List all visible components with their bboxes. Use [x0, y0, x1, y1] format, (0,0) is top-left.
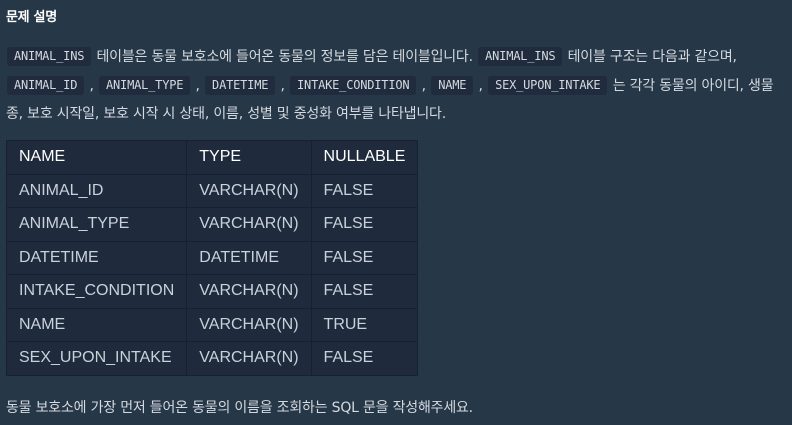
inline-code-column: SEX_UPON_INTAKE	[488, 75, 608, 95]
description-text: 테이블 구조는 다음과 같으며,	[563, 49, 737, 65]
cell-column-name: DATETIME	[5, 240, 188, 275]
cell-column-name: INTAKE_CONDITION	[5, 274, 188, 309]
description-paragraph: ANIMAL_INS 테이블은 동물 보호소에 들어온 동물의 정보를 담은 테…	[6, 43, 786, 129]
table-row: NAME VARCHAR(N) TRUE	[5, 307, 419, 342]
inline-code-table-name: ANIMAL_INS	[478, 47, 563, 66]
cell-column-nullable: FALSE	[310, 341, 419, 376]
table-row: INTAKE_CONDITION VARCHAR(N) FALSE	[5, 274, 419, 309]
separator: ,	[474, 77, 488, 94]
inline-code-column: ANIMAL_ID	[7, 75, 85, 95]
table-row: SEX_UPON_INTAKE VARCHAR(N) FALSE	[5, 341, 419, 376]
cell-column-type: VARCHAR(N)	[186, 341, 312, 376]
cell-column-type: VARCHAR(N)	[186, 173, 312, 208]
cell-column-name: ANIMAL_ID	[5, 173, 188, 208]
cell-column-type: VARCHAR(N)	[186, 274, 312, 309]
inline-code-table-name: ANIMAL_INS	[7, 47, 92, 66]
cell-column-nullable: FALSE	[310, 207, 419, 242]
schema-table: NAME TYPE NULLABLE ANIMAL_ID VARCHAR(N) …	[5, 140, 419, 376]
separator: ,	[276, 77, 290, 94]
inline-code-column: ANIMAL_TYPE	[99, 75, 191, 95]
cell-column-name: NAME	[5, 307, 188, 342]
cell-column-name: ANIMAL_TYPE	[5, 207, 188, 242]
inline-code-column: INTAKE_CONDITION	[290, 75, 417, 95]
cell-column-type: VARCHAR(N)	[186, 207, 312, 242]
problem-description-panel: 문제 설명 ANIMAL_INS 테이블은 동물 보호소에 들어온 동물의 정보…	[0, 0, 792, 425]
cell-column-nullable: TRUE	[310, 307, 419, 342]
inline-code-column: NAME	[431, 75, 474, 95]
cell-column-nullable: FALSE	[310, 240, 419, 275]
cell-column-nullable: FALSE	[310, 173, 419, 208]
table-row: DATETIME DATETIME FALSE	[5, 240, 419, 275]
separator: ,	[417, 77, 431, 94]
table-row: ANIMAL_ID VARCHAR(N) FALSE	[5, 173, 419, 208]
inline-code-column: DATETIME	[205, 75, 276, 95]
description-text: 테이블은 동물 보호소에 들어온 동물의 정보를 담은 테이블입니다.	[92, 49, 478, 65]
cell-column-name: SEX_UPON_INTAKE	[5, 341, 188, 376]
column-header-type: TYPE	[186, 140, 312, 175]
question-text: 동물 보호소에 가장 먼저 들어온 동물의 이름을 조회하는 SQL 문을 작성…	[6, 400, 473, 416]
column-header-name: NAME	[5, 140, 188, 175]
cell-column-type: VARCHAR(N)	[186, 307, 312, 342]
separator: ,	[85, 77, 98, 94]
section-title: 문제 설명	[6, 10, 57, 25]
table-row: ANIMAL_TYPE VARCHAR(N) FALSE	[5, 207, 419, 242]
separator: ,	[191, 77, 205, 94]
table-header-row: NAME TYPE NULLABLE	[5, 140, 419, 175]
cell-column-nullable: FALSE	[310, 274, 419, 309]
column-header-nullable: NULLABLE	[310, 140, 419, 175]
cell-column-type: DATETIME	[186, 240, 312, 275]
